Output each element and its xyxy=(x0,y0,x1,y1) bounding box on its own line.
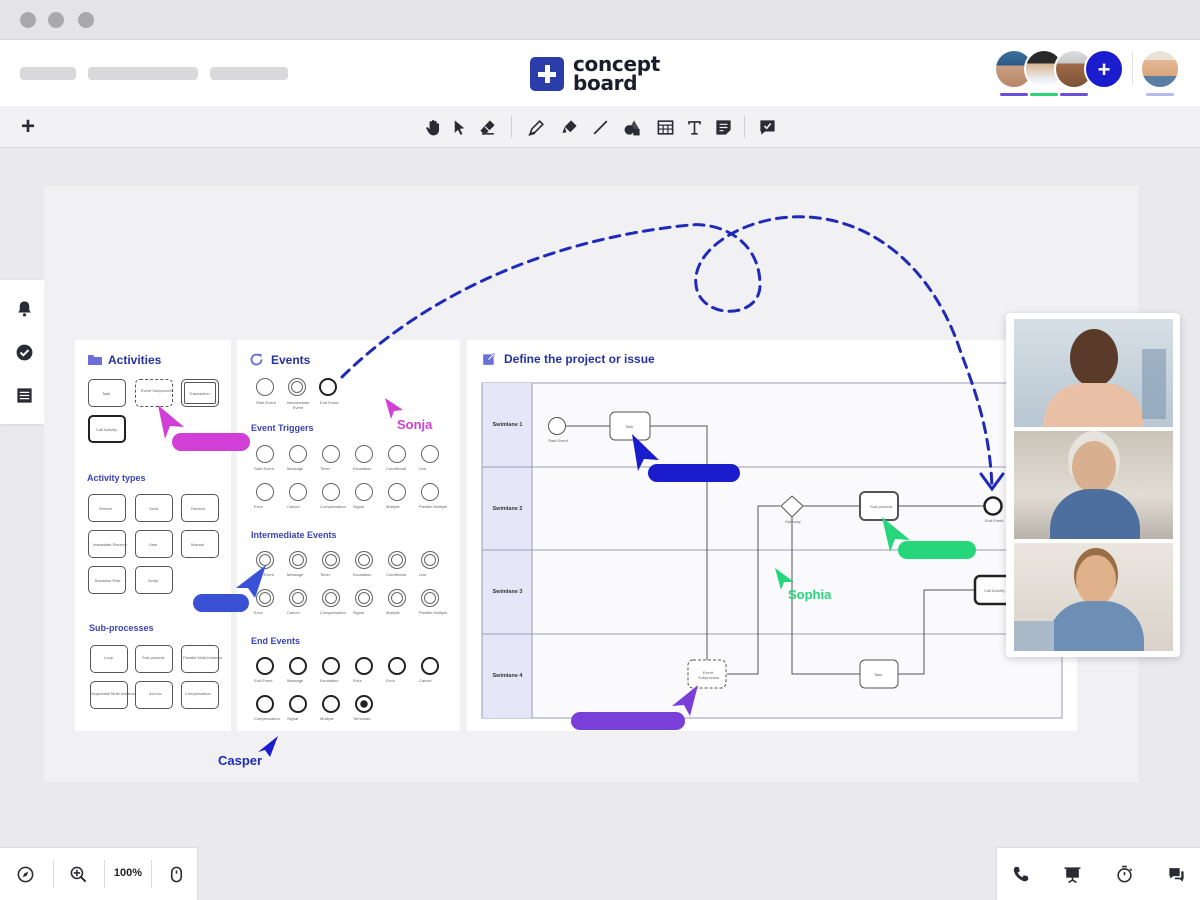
node-label: Sub-process xyxy=(870,504,893,509)
node-label: Task xyxy=(625,424,634,429)
background-shelf xyxy=(1142,349,1166,419)
end-event-node[interactable] xyxy=(983,496,1003,516)
start-event-node[interactable] xyxy=(548,417,566,435)
phone-icon[interactable] xyxy=(1008,862,1032,886)
participant-body xyxy=(1048,601,1144,651)
sonja-cursor-label: Sonja xyxy=(397,417,433,432)
participant-body xyxy=(1050,489,1140,539)
casper-cursor-label: Casper xyxy=(218,753,263,768)
purple-selection-bubble xyxy=(571,712,685,730)
sophia-selection-bubble xyxy=(898,541,976,559)
node-label: Gateway xyxy=(785,519,801,524)
bottom-navigation-bar: 100% xyxy=(0,847,198,900)
participant-head xyxy=(1076,555,1116,605)
bottom-separator xyxy=(151,860,152,888)
bottom-separator xyxy=(104,860,105,888)
node-label: Call Activity xyxy=(984,588,1005,593)
participant-body xyxy=(1044,383,1144,427)
node-label: Event Subprocess xyxy=(698,670,720,680)
collaboration-bar xyxy=(996,847,1200,900)
timer-icon[interactable] xyxy=(1112,862,1136,886)
video-tile-1[interactable] xyxy=(1014,319,1173,427)
swimlane-label: Swimlane 3 xyxy=(492,589,523,595)
participant-head xyxy=(1070,329,1118,387)
chat-icon[interactable] xyxy=(1164,862,1188,886)
participant-head xyxy=(1072,441,1116,493)
presentation-icon[interactable] xyxy=(1060,862,1084,886)
sonja-pointer-icon xyxy=(385,398,403,419)
node-label: Start Event xyxy=(548,438,568,443)
video-tile-2[interactable] xyxy=(1014,431,1173,539)
user-selection-bubble xyxy=(648,464,740,482)
zoom-level[interactable]: 100% xyxy=(108,867,148,879)
sonja-selection-bubble xyxy=(172,433,250,451)
user-selection-bubble-2 xyxy=(193,594,249,612)
node-label: Task xyxy=(874,672,883,677)
swimlane-label: Swimlane 1 xyxy=(492,422,523,428)
swimlane-label: Swimlane 2 xyxy=(492,506,523,512)
node-label: End Event xyxy=(985,518,1004,523)
zoom-in-icon[interactable] xyxy=(66,862,90,886)
bottom-separator xyxy=(53,860,54,888)
swimlane-label: Swimlane 4 xyxy=(492,673,523,679)
video-call-panel[interactable] xyxy=(1006,313,1180,657)
video-tile-3[interactable] xyxy=(1014,543,1173,651)
compass-icon[interactable] xyxy=(13,862,37,886)
mouse-icon[interactable] xyxy=(164,862,188,886)
background-sofa xyxy=(1014,621,1054,651)
sophia-cursor-label: Sophia xyxy=(788,587,832,602)
